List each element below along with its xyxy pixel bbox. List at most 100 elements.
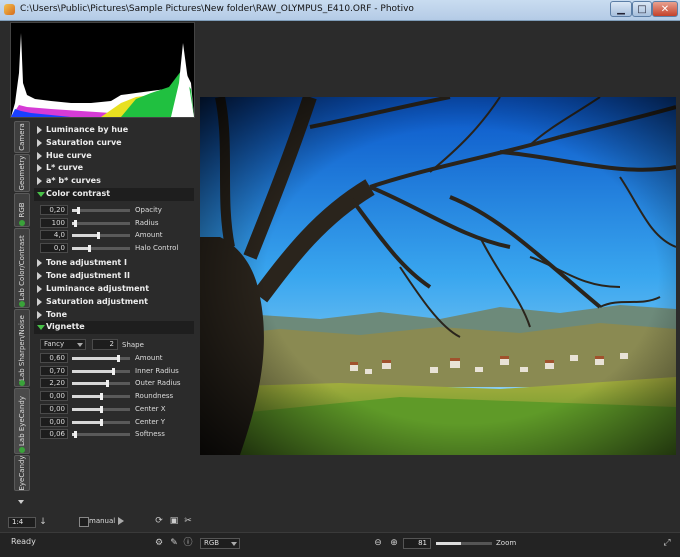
tab-geometry[interactable]: Geometry [14, 154, 30, 192]
section-tone-adjustment-1[interactable]: Tone adjustment I [34, 257, 194, 270]
value-input[interactable]: 0,20 [40, 205, 68, 215]
slider-fill [72, 357, 119, 360]
info-icon[interactable]: ⓘ [183, 538, 193, 548]
slider-label: Inner Radius [135, 366, 179, 375]
slider-handle[interactable] [111, 367, 115, 375]
image-preview[interactable] [200, 97, 676, 455]
slider-handle[interactable] [97, 232, 101, 240]
zoom-fit-select[interactable]: 1:4 [8, 517, 36, 528]
slider-handle[interactable] [88, 245, 92, 253]
slider-handle[interactable] [73, 219, 77, 227]
slider-label: Center X [135, 404, 166, 413]
slider-label: Amount [135, 354, 163, 362]
value-input[interactable]: 0,60 [40, 353, 68, 363]
slider-label: Radius [135, 218, 159, 227]
value-slider[interactable] [72, 393, 130, 401]
value-input[interactable]: 0,70 [40, 365, 68, 376]
slider-label: Center Y [135, 417, 166, 426]
slider-row: 2,20 Outer Radius [34, 378, 194, 389]
expand-arrow-icon [37, 152, 42, 160]
zoom-value-input[interactable]: 81 [403, 538, 431, 549]
minimize-button[interactable]: ▁ [610, 1, 632, 17]
tab-rgb[interactable]: RGB [14, 193, 30, 227]
save-icon[interactable]: ▣ [169, 516, 179, 526]
slider-fill [72, 382, 107, 386]
wrench-icon[interactable]: ✎ [169, 538, 179, 548]
section-saturation-adjustment[interactable]: Saturation adjustment [34, 296, 194, 309]
slider-handle[interactable] [117, 355, 121, 362]
slider-handle[interactable] [100, 393, 103, 401]
tabs-scroll-down-icon[interactable] [18, 500, 24, 504]
tab-lab-eyecandy[interactable]: Lab EyeCandy [14, 388, 30, 454]
maximize-button[interactable]: □ [632, 1, 652, 17]
section-l-curve[interactable]: L* curve [34, 162, 194, 175]
channel-select[interactable]: RGB [200, 538, 240, 549]
collapse-arrow-icon [37, 192, 45, 197]
value-slider[interactable] [72, 405, 130, 413]
value-input[interactable]: 100 [40, 217, 68, 228]
zoom-in-icon[interactable]: ⊕ [389, 538, 399, 548]
slider-handle[interactable] [100, 405, 103, 413]
play-icon[interactable] [118, 517, 124, 525]
tab-camera[interactable]: Camera [14, 121, 30, 153]
value-slider[interactable] [72, 245, 130, 253]
value-input[interactable]: 0,0 [40, 243, 68, 254]
tab-eyecandy[interactable]: EyeCandy [14, 455, 30, 491]
zoom-out-icon[interactable]: ⊖ [373, 538, 383, 548]
settings-icon[interactable]: ⚙ [154, 538, 164, 548]
arrow-down-icon[interactable]: ↓ [38, 517, 48, 527]
manual-label: manual [89, 517, 116, 525]
close-button[interactable]: ✕ [652, 1, 678, 17]
zoom-slider[interactable] [436, 542, 492, 545]
slider-fill [72, 407, 101, 411]
value-input[interactable]: 4,0 [40, 230, 68, 241]
manual-checkbox[interactable] [79, 517, 89, 527]
value-slider[interactable] [72, 355, 130, 362]
tools-icon[interactable]: ✂ [183, 516, 193, 526]
value-slider[interactable] [72, 207, 130, 214]
fullscreen-icon[interactable]: ⤢ [662, 538, 672, 548]
value-input[interactable]: 0,00 [40, 416, 68, 427]
tab-lab-color-contrast[interactable]: Lab Color/Contrast [14, 228, 30, 308]
value-slider[interactable] [72, 431, 130, 439]
slider-row: 100 Radius [34, 217, 194, 229]
section-color-contrast[interactable]: Color contrast [34, 188, 194, 201]
lab-eyecandy-status-dot [19, 447, 25, 453]
vignette-mode-select[interactable]: Fancy [40, 339, 86, 350]
section-vignette[interactable]: Vignette [34, 321, 194, 334]
lab-color-status-dot [19, 301, 25, 307]
value-input[interactable]: 0,00 [40, 391, 68, 402]
vignette-shape-spinbox[interactable]: 2 [92, 339, 118, 350]
value-input[interactable]: 2,20 [40, 378, 68, 389]
section-saturation-curve[interactable]: Saturation curve [34, 137, 194, 150]
section-luminance-by-hue[interactable]: Luminance by hue [34, 124, 194, 137]
slider-label: Halo Control [135, 244, 179, 253]
section-tone-adjustment-2[interactable]: Tone adjustment II [34, 270, 194, 283]
slider-handle[interactable] [73, 431, 77, 439]
expand-arrow-icon [37, 311, 42, 319]
value-slider[interactable] [72, 367, 130, 375]
expand-arrow-icon [37, 298, 42, 306]
tab-lab-sharpen-noise[interactable]: Lab Sharpen/Noise [14, 309, 30, 387]
app-icon [4, 4, 15, 15]
status-text: Ready [11, 537, 36, 546]
value-slider[interactable] [72, 418, 130, 426]
slider-handle[interactable] [105, 380, 109, 388]
slider-label: Amount [135, 231, 163, 240]
value-input[interactable]: 0,06 [40, 429, 68, 440]
collapse-arrow-icon [37, 325, 45, 330]
value-slider[interactable] [72, 380, 130, 388]
section-luminance-adjustment[interactable]: Luminance adjustment [34, 283, 194, 296]
section-ab-curves[interactable]: a* b* curves [34, 175, 194, 188]
refresh-icon[interactable]: ⟳ [154, 516, 164, 526]
slider-fill [72, 369, 113, 373]
expand-arrow-icon [37, 126, 42, 134]
value-slider[interactable] [72, 219, 130, 227]
lab-sharpen-status-dot [19, 380, 25, 386]
value-input[interactable]: 0,00 [40, 403, 68, 414]
slider-handle[interactable] [100, 418, 103, 426]
slider-handle[interactable] [76, 207, 80, 214]
expand-arrow-icon [37, 272, 42, 280]
slider-row: 4,0 Amount [34, 230, 194, 241]
value-slider[interactable] [72, 232, 130, 240]
